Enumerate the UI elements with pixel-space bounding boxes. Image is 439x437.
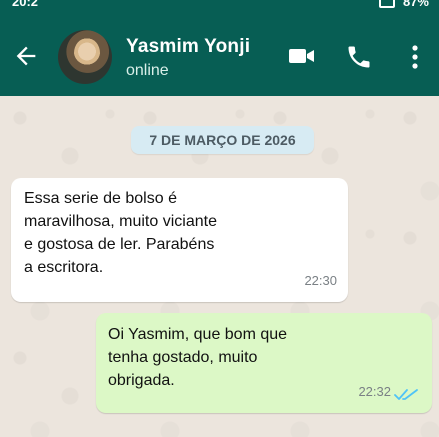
- video-camera-icon[interactable]: [288, 44, 316, 68]
- avatar[interactable]: [58, 30, 112, 84]
- chat-header: Yasmim Yonji online: [0, 14, 439, 96]
- message-text: Oi Yasmim, que bom que tenha gostado, mu…: [108, 326, 288, 389]
- arrow-left-icon[interactable]: [12, 42, 40, 70]
- double-check-icon: [394, 389, 418, 400]
- message-outgoing[interactable]: Oi Yasmim, que bom que tenha gostado, mu…: [96, 313, 432, 413]
- message-time: 22:32: [358, 384, 391, 399]
- status-time: 20:2: [12, 0, 39, 9]
- battery-level: 87%: [402, 0, 429, 9]
- status-bar: 20:2 87%: [0, 0, 439, 14]
- battery-icon: [379, 0, 395, 8]
- contact-status: online: [126, 62, 169, 79]
- message-time: 22:30: [304, 273, 337, 288]
- more-vertical-icon[interactable]: [410, 44, 420, 70]
- message-text: Essa serie de bolso é maravilhosa, muito…: [24, 190, 217, 276]
- phone-icon[interactable]: [345, 43, 373, 71]
- message-incoming[interactable]: Essa serie de bolso é maravilhosa, muito…: [11, 178, 348, 302]
- date-divider: 7 DE MARÇO DE 2026: [131, 126, 314, 154]
- contact-name[interactable]: Yasmim Yonji: [126, 36, 250, 58]
